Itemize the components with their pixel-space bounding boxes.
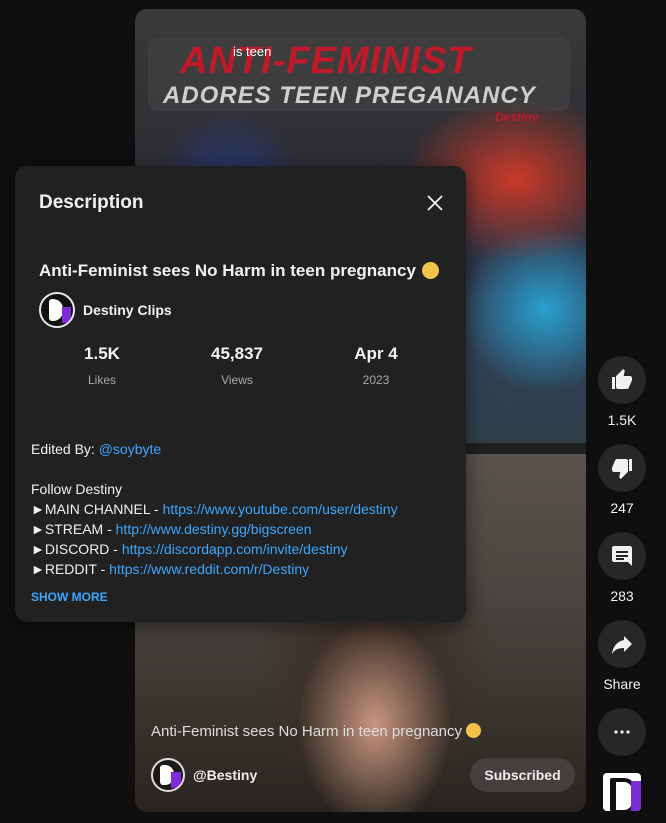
show-more-button[interactable]: SHOW MORE — [31, 590, 108, 604]
video-title[interactable]: Anti-Feminist sees No Harm in teen pregn… — [151, 723, 481, 740]
channel-handle[interactable]: @Bestiny — [193, 767, 257, 783]
avatar[interactable] — [151, 758, 185, 792]
baby-emoji-icon — [421, 262, 439, 279]
channel-row[interactable]: Destiny Clips — [39, 292, 172, 328]
channel-name[interactable]: Destiny Clips — [83, 302, 172, 318]
video-title-text: Anti-Feminist sees No Harm in teen pregn… — [151, 723, 462, 740]
likes-value: 1.5K — [84, 344, 120, 363]
link-line-reddit: ►REDDIT - https://www.reddit.com/r/Desti… — [31, 561, 309, 577]
overlay-headline: ANTI-FEMINIST — [180, 40, 472, 82]
year-label: 2023 — [362, 373, 390, 387]
share-button[interactable] — [598, 620, 646, 668]
like-action: 1.5K — [598, 356, 646, 428]
like-count: 1.5K — [607, 412, 637, 428]
close-icon — [427, 195, 443, 211]
close-button[interactable] — [423, 191, 447, 215]
comment-icon — [612, 546, 632, 566]
date-stat: Apr 4 2023 — [316, 344, 436, 387]
comment-count: 283 — [610, 588, 634, 604]
baby-emoji-icon — [465, 723, 481, 738]
likes-label: Likes — [87, 373, 116, 387]
comments-action: 283 — [598, 532, 646, 604]
link-prefix: ►REDDIT - — [31, 561, 110, 577]
link-line-discord: ►DISCORD - https://discordapp.com/invite… — [31, 541, 348, 557]
thumbs-down-icon — [612, 459, 632, 479]
likes-stat: 1.5K Likes — [42, 344, 162, 387]
reddit-link[interactable]: https://www.reddit.com/r/Destiny — [109, 561, 309, 577]
overlay-caption: is teen — [233, 44, 272, 59]
subscribe-button[interactable]: Subscribed — [470, 758, 575, 792]
dislike-count: 247 — [610, 500, 634, 516]
like-button[interactable] — [598, 356, 646, 404]
follow-heading: Follow Destiny — [31, 481, 123, 497]
link-prefix: ►DISCORD - — [31, 541, 122, 557]
more-horizontal-icon — [614, 730, 630, 734]
views-label: Views — [221, 373, 253, 387]
overlay-subheadline: ADORES TEEN PREGANANCY — [163, 82, 536, 109]
overlay-watermark: Destiny — [495, 110, 539, 124]
panel-title: Description — [39, 192, 144, 213]
more-options-button[interactable] — [598, 708, 646, 756]
avatar[interactable] — [39, 292, 75, 328]
description-panel: Description Anti-Feminist sees No Harm i… — [15, 166, 466, 622]
stream-link[interactable]: http://www.destiny.gg/bigscreen — [116, 521, 312, 537]
views-value: 45,837 — [211, 344, 263, 363]
views-stat: 45,837 Views — [177, 344, 297, 387]
dislike-action: 247 — [598, 444, 646, 516]
link-line-main-channel: ►MAIN CHANNEL - https://www.youtube.com/… — [31, 501, 398, 517]
description-video-title: Anti-Feminist sees No Harm in teen pregn… — [39, 261, 439, 281]
share-action: Share — [598, 620, 646, 692]
main-channel-link[interactable]: https://www.youtube.com/user/destiny — [163, 501, 398, 517]
thumbs-up-icon — [612, 369, 632, 389]
discord-link[interactable]: https://discordapp.com/invite/destiny — [122, 541, 348, 557]
link-prefix: ►STREAM - — [31, 521, 116, 537]
editor-handle-link[interactable]: @soybyte — [99, 441, 161, 457]
share-icon — [612, 636, 632, 654]
edited-by-line: Edited By: @soybyte — [31, 441, 161, 457]
date-value: Apr 4 — [354, 344, 398, 363]
share-label: Share — [603, 676, 641, 692]
description-title-text: Anti-Feminist sees No Harm in teen pregn… — [39, 261, 416, 280]
dislike-button[interactable] — [598, 444, 646, 492]
comments-button[interactable] — [598, 532, 646, 580]
channel-logo[interactable] — [603, 773, 641, 811]
link-line-stream: ►STREAM - http://www.destiny.gg/bigscree… — [31, 521, 311, 537]
link-prefix: ►MAIN CHANNEL - — [31, 501, 163, 517]
edited-by-label: Edited By: — [31, 441, 99, 457]
video-channel-row: @Bestiny — [151, 758, 257, 792]
more-action — [598, 708, 646, 756]
